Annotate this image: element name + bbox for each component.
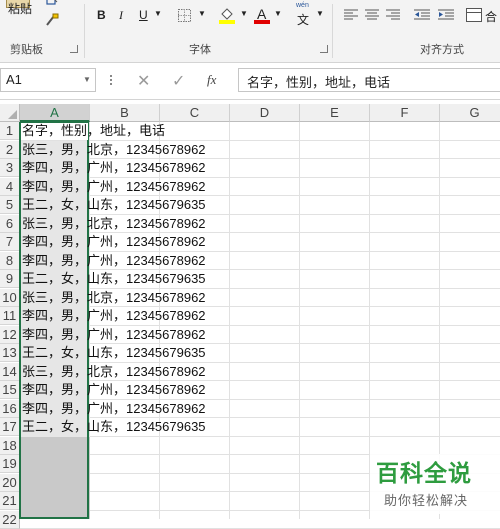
cell-a5[interactable]: 王二，女，山东，12345679635 — [22, 196, 206, 214]
merge-cells-label-fragment[interactable]: 合 — [485, 8, 497, 25]
cell-a10[interactable]: 张三，男，北京，12345678962 — [22, 289, 206, 307]
cell-a15[interactable]: 李四，男，广州，12345678962 — [22, 381, 206, 399]
cell-a12[interactable]: 李四，男，广州，12345678962 — [22, 326, 206, 344]
row-header-19[interactable]: 19 — [0, 455, 20, 473]
cancel-icon[interactable]: ✕ — [137, 71, 150, 91]
row-header-10[interactable]: 10 — [0, 288, 20, 307]
align-center-icon[interactable] — [365, 9, 379, 21]
cell-a9[interactable]: 王二，女，山东，12345679635 — [22, 270, 206, 288]
font-color-swatch — [254, 20, 270, 24]
align-left-icon[interactable] — [344, 9, 358, 21]
column-header-g[interactable]: G — [440, 104, 500, 122]
cell-a2[interactable]: 张三，男，北京，12345678962 — [22, 141, 206, 159]
italic-button[interactable]: I — [119, 8, 123, 23]
cell-a17[interactable]: 王二，女，山东，12345679635 — [22, 418, 206, 436]
row-header-5[interactable]: 5 — [0, 196, 20, 214]
underline-dropdown-icon[interactable]: ▼ — [154, 9, 162, 18]
font-color-dropdown-icon[interactable]: ▼ — [274, 9, 282, 18]
bold-button[interactable]: B — [97, 8, 106, 22]
cut-icon[interactable] — [46, 0, 58, 6]
spreadsheet-grid: ABCDEFG 1 2 3 4 5 6 7 8 9 10 11 12 13 14 15 16 17 18 19 20 2… — [0, 104, 500, 529]
font-color-button[interactable]: A — [254, 4, 270, 24]
row-header-15[interactable]: 15 — [0, 381, 20, 399]
column-header-b[interactable]: B — [90, 104, 160, 122]
column-header-d[interactable]: D — [230, 104, 300, 122]
format-painter-icon[interactable] — [44, 12, 60, 28]
phonetic-dropdown-icon[interactable]: ▼ — [316, 9, 324, 18]
formula-bar-splitter-icon[interactable] — [110, 75, 112, 87]
increase-indent-icon[interactable] — [438, 9, 454, 21]
clipboard-launcher-icon[interactable] — [70, 45, 78, 53]
formula-input[interactable]: 名字，性别，地址，电话 — [238, 68, 500, 92]
fill-color-icon[interactable] — [219, 6, 235, 24]
font-group-label: 字体 — [189, 44, 211, 56]
row-header-21[interactable]: 21 — [0, 492, 20, 510]
cell-a16[interactable]: 李四，男，广州，12345678962 — [22, 400, 206, 418]
cell-a8[interactable]: 李四，男，广州，12345678962 — [22, 252, 206, 270]
row-header-22[interactable]: 22 — [0, 510, 20, 529]
name-box[interactable]: A1 ▼ — [0, 68, 96, 92]
row-header-1[interactable]: 1 — [0, 122, 20, 140]
column-gridline — [229, 122, 230, 519]
column-gridline — [299, 122, 300, 519]
group-separator — [332, 4, 333, 58]
fill-color-dropdown-icon[interactable]: ▼ — [240, 9, 248, 18]
cell-a6[interactable]: 张三，男，北京，12345678962 — [22, 215, 206, 233]
row-header-11[interactable]: 11 — [0, 307, 20, 325]
merge-cells-icon[interactable] — [466, 8, 482, 22]
row-header-17[interactable]: 17 — [0, 418, 20, 436]
cell-a4[interactable]: 李四，男，广州，12345678962 — [22, 178, 206, 196]
font-launcher-icon[interactable] — [320, 45, 328, 53]
underline-button[interactable]: U — [139, 8, 148, 22]
paste-button[interactable]: 粘贴 — [4, 0, 44, 34]
cell-a11[interactable]: 李四，男，广州，12345678962 — [22, 307, 206, 325]
formula-bar: A1 ▼ ✕ ✓ fx 名字，性别，地址，电话 — [0, 63, 500, 100]
column-header-c[interactable]: C — [160, 104, 230, 122]
cell-a3[interactable]: 李四，男，广州，12345678962 — [22, 159, 206, 177]
row-header-8[interactable]: 8 — [0, 251, 20, 270]
watermark-title: 百科全说 — [376, 460, 472, 486]
row-header-9[interactable]: 9 — [0, 270, 20, 288]
column-header-e[interactable]: E — [300, 104, 370, 122]
row-header-12[interactable]: 12 — [0, 325, 20, 344]
cell-a14[interactable]: 张三，男，北京，12345678962 — [22, 363, 206, 381]
name-box-dropdown-icon[interactable]: ▼ — [83, 75, 91, 84]
row-header-18[interactable]: 18 — [0, 436, 20, 455]
watermark: 百科全说 助你轻松解决 — [370, 454, 500, 514]
row-header-20[interactable]: 20 — [0, 473, 20, 492]
select-all-button[interactable] — [0, 104, 20, 122]
formula-input-value: 名字，性别，地址，电话 — [247, 75, 391, 90]
row-header-6[interactable]: 6 — [0, 214, 20, 233]
border-icon[interactable] — [178, 9, 191, 22]
row-header-4[interactable]: 4 — [0, 177, 20, 196]
watermark-subtitle: 助你轻松解决 — [384, 493, 469, 508]
group-separator — [84, 4, 85, 58]
cell-a1[interactable]: 名字，性别，地址，电话 — [22, 122, 165, 140]
row-header-13[interactable]: 13 — [0, 344, 20, 362]
column-header-a[interactable]: A — [20, 104, 90, 122]
align-right-icon[interactable] — [386, 9, 400, 21]
cell-a13[interactable]: 王二，女，山东，12345679635 — [22, 344, 206, 362]
name-box-value: A1 — [6, 72, 22, 87]
row-header-2[interactable]: 2 — [0, 140, 20, 159]
enter-icon[interactable]: ✓ — [172, 71, 185, 91]
row-header-7[interactable]: 7 — [0, 233, 20, 251]
phonetic-char: 文 — [297, 13, 310, 27]
phonetic-pinyin: wén — [296, 2, 309, 9]
select-all-triangle-icon — [8, 110, 17, 119]
column-header-f[interactable]: F — [370, 104, 440, 122]
cell-a7[interactable]: 李四，男，广州，12345678962 — [22, 233, 206, 251]
insert-function-button[interactable]: fx — [207, 72, 216, 88]
row-header-14[interactable]: 14 — [0, 362, 20, 381]
row-header-3[interactable]: 3 — [0, 159, 20, 177]
decrease-indent-icon[interactable] — [414, 9, 430, 21]
paste-label: 粘贴 — [8, 2, 33, 16]
alignment-group-label: 对齐方式 — [420, 44, 464, 56]
ribbon: 粘贴 剪贴板 B I U ▼ ▼ ▼ A ▼ wén 文 ▼ 字体 合 对齐方式 — [0, 0, 500, 63]
phonetic-button[interactable]: wén 文 — [296, 2, 314, 27]
clipboard-group-label: 剪贴板 — [10, 44, 43, 56]
row-header-16[interactable]: 16 — [0, 399, 20, 418]
border-dropdown-icon[interactable]: ▼ — [198, 9, 206, 18]
